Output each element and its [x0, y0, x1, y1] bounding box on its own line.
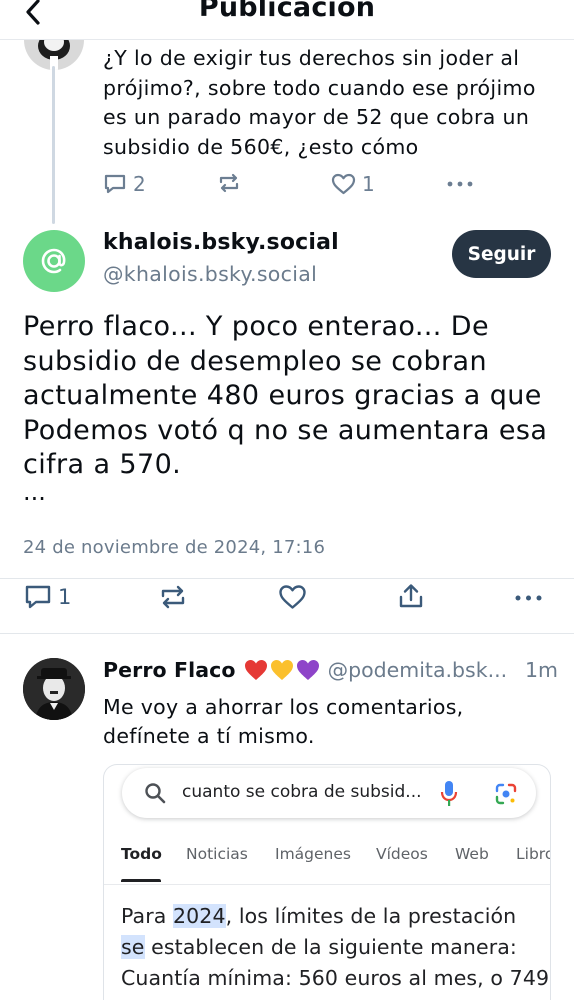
- author-name[interactable]: khalois.bsky.social: [103, 230, 339, 255]
- purple-heart-icon: [296, 660, 319, 680]
- tab-noticias: Noticias: [186, 845, 248, 863]
- reply-header: Perro Flaco @podemita.bsk... 1m: [103, 658, 558, 682]
- reply-author-name[interactable]: Perro Flaco: [103, 658, 236, 682]
- microphone-icon: [440, 781, 458, 806]
- more-options-button[interactable]: [446, 170, 474, 194]
- reply-button[interactable]: 2: [103, 172, 146, 196]
- red-heart-icon: [244, 660, 267, 680]
- snippet-line: Para 2024, los límites de la prestación: [121, 901, 550, 932]
- at-sign-icon: [41, 248, 66, 274]
- heart-emojis: [244, 659, 320, 681]
- page-title: Publicación: [198, 0, 376, 23]
- snippet-text: establecen de la siguiente manera:: [144, 935, 517, 959]
- google-snippet: Para 2024, los límites de la prestación …: [121, 901, 550, 994]
- avatar[interactable]: [23, 230, 85, 292]
- divider: [0, 633, 574, 634]
- follow-button[interactable]: Seguir: [452, 230, 551, 278]
- reply-count: 1: [58, 585, 72, 609]
- post-text: Perro flaco... Y poco enterao... De subs…: [23, 311, 548, 481]
- avatar[interactable]: [23, 658, 85, 720]
- heart-icon: [331, 173, 356, 195]
- reply-timestamp: 1m: [524, 658, 558, 682]
- parent-post-text: ¿Y lo de exigir tus derechos sin joder a…: [103, 46, 536, 159]
- thread-line: [52, 66, 55, 224]
- google-lens-icon: [495, 783, 517, 805]
- tab-web: Web: [455, 845, 489, 863]
- embedded-image[interactable]: cuanto se cobra de subsid... Todo Notici…: [103, 764, 551, 1000]
- parent-avatar-clip: [0, 40, 120, 74]
- post-date: 24 de noviembre de 2024, 17:16: [23, 537, 326, 558]
- snippet-highlight: 2024: [173, 904, 226, 928]
- snippet-text: Para: [121, 904, 174, 928]
- comment-icon: [104, 174, 126, 194]
- more-options-button[interactable]: [514, 584, 544, 610]
- reply-button[interactable]: 1: [24, 584, 71, 610]
- tab-videos: Vídeos: [376, 845, 428, 863]
- reply-count: 2: [133, 172, 146, 196]
- show-more-ellipsis[interactable]: ...: [23, 478, 46, 506]
- active-tab-indicator: [121, 879, 161, 882]
- like-button[interactable]: 1: [331, 172, 375, 196]
- snippet-highlight: se: [121, 935, 145, 959]
- author-handle[interactable]: @khalois.bsky.social: [103, 262, 317, 286]
- reply-text: Me voy a ahorrar los comentarios, defíne…: [103, 695, 464, 748]
- share-icon: [399, 584, 423, 608]
- top-bar: Publicación: [0, 0, 574, 40]
- search-icon: [145, 783, 166, 804]
- search-query: cuanto se cobra de subsid...: [182, 782, 422, 802]
- reply-handle[interactable]: @podemita.bsk...: [328, 658, 508, 682]
- heart-icon: [279, 585, 306, 609]
- repost-icon: [219, 173, 239, 193]
- more-icon: [515, 595, 542, 601]
- google-tabs: Todo Noticias Imágenes Vídeos Web Libro: [104, 843, 551, 885]
- avatar-image: [23, 658, 85, 720]
- share-button[interactable]: [397, 582, 425, 610]
- snippet-line: Cuantía mínima: 560 euros al mes, o 749: [121, 966, 550, 990]
- tab-libros: Libro: [516, 845, 551, 863]
- snippet-text: , los límites de la prestación: [225, 904, 517, 928]
- yellow-heart-icon: [270, 660, 293, 680]
- tab-todo: Todo: [121, 845, 162, 863]
- repost-button[interactable]: [159, 584, 187, 610]
- repost-button[interactable]: [217, 172, 241, 194]
- comment-icon: [25, 585, 51, 609]
- like-button[interactable]: [278, 584, 307, 610]
- repost-icon: [161, 585, 185, 609]
- tab-imagenes: Imágenes: [275, 845, 351, 863]
- divider: [0, 578, 574, 579]
- snippet-line: se establecen de la siguiente manera:: [121, 932, 550, 963]
- more-icon: [447, 181, 473, 187]
- google-search-bar: cuanto se cobra de subsid...: [122, 768, 536, 818]
- like-count: 1: [362, 172, 375, 196]
